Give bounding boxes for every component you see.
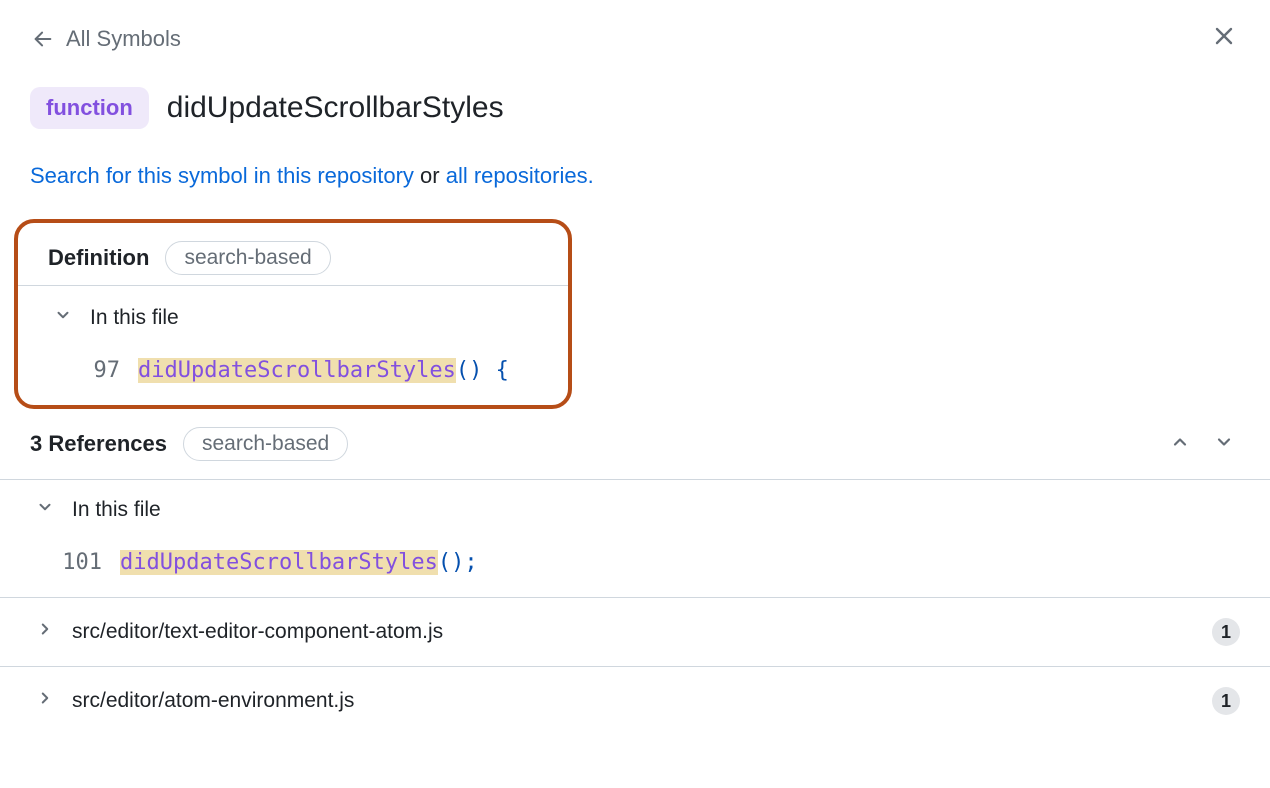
references-section-header: 3 References search-based (0, 409, 1270, 480)
definition-section-header: Definition search-based (18, 223, 568, 285)
chevron-right-icon (36, 620, 54, 644)
definition-title: Definition (48, 245, 149, 271)
definition-file-label: In this file (90, 306, 179, 330)
chevron-up-icon (1170, 439, 1190, 456)
references-prev-button[interactable] (1170, 432, 1190, 457)
chevron-down-icon (54, 306, 72, 330)
close-button[interactable] (1208, 20, 1240, 57)
definition-code: didUpdateScrollbarStyles() { (138, 358, 509, 383)
reference-count-badge: 1 (1212, 687, 1240, 715)
references-nav (1170, 432, 1234, 457)
chevron-right-icon (36, 689, 54, 713)
back-to-all-symbols[interactable]: All Symbols (32, 26, 181, 52)
search-all-repos-link[interactable]: all repositories. (446, 163, 594, 188)
definition-code-symbol: didUpdateScrollbarStyles (138, 358, 456, 383)
definition-code-line[interactable]: 97 didUpdateScrollbarStyles() { (18, 346, 568, 405)
reference-code-line[interactable]: 101 didUpdateScrollbarStyles(); (0, 538, 1270, 597)
search-or-text: or (414, 163, 446, 188)
definition-code-brace: { (482, 358, 509, 383)
symbol-name: didUpdateScrollbarStyles (167, 91, 504, 125)
definition-code-parens: () (456, 358, 483, 383)
references-next-button[interactable] (1214, 432, 1234, 457)
references-title: 3 References (30, 431, 167, 457)
definition-highlight-box: Definition search-based In this file 97 … (14, 219, 572, 409)
symbol-panel: All Symbols function didUpdateScrollbarS… (0, 0, 1270, 735)
definition-file-toggle[interactable]: In this file (18, 286, 568, 346)
reference-file-path: src/editor/text-editor-component-atom.js (72, 620, 1194, 644)
references-file-label: In this file (72, 498, 161, 522)
reference-code-symbol: didUpdateScrollbarStyles (120, 550, 438, 575)
references-badge: search-based (183, 427, 348, 461)
symbol-title-row: function didUpdateScrollbarStyles (0, 69, 1270, 155)
back-label: All Symbols (66, 26, 181, 52)
reference-count-badge: 1 (1212, 618, 1240, 646)
symbol-kind-badge: function (30, 87, 149, 129)
reference-file-row[interactable]: src/editor/text-editor-component-atom.js… (0, 597, 1270, 666)
close-icon (1212, 35, 1236, 52)
header-row: All Symbols (0, 0, 1270, 69)
reference-code-tail: (); (438, 550, 478, 575)
references-file-toggle[interactable]: In this file (0, 480, 1270, 538)
chevron-down-icon (36, 498, 54, 522)
reference-file-path: src/editor/atom-environment.js (72, 689, 1194, 713)
definition-badge: search-based (165, 241, 330, 275)
arrow-left-icon (32, 28, 54, 50)
reference-file-row[interactable]: src/editor/atom-environment.js 1 (0, 666, 1270, 735)
search-this-repo-link[interactable]: Search for this symbol in this repositor… (30, 163, 414, 188)
reference-line-number: 101 (46, 550, 102, 575)
reference-code: didUpdateScrollbarStyles(); (120, 550, 478, 575)
chevron-down-icon (1214, 439, 1234, 456)
definition-line-number: 97 (64, 358, 120, 383)
search-symbol-line: Search for this symbol in this repositor… (0, 155, 1270, 219)
